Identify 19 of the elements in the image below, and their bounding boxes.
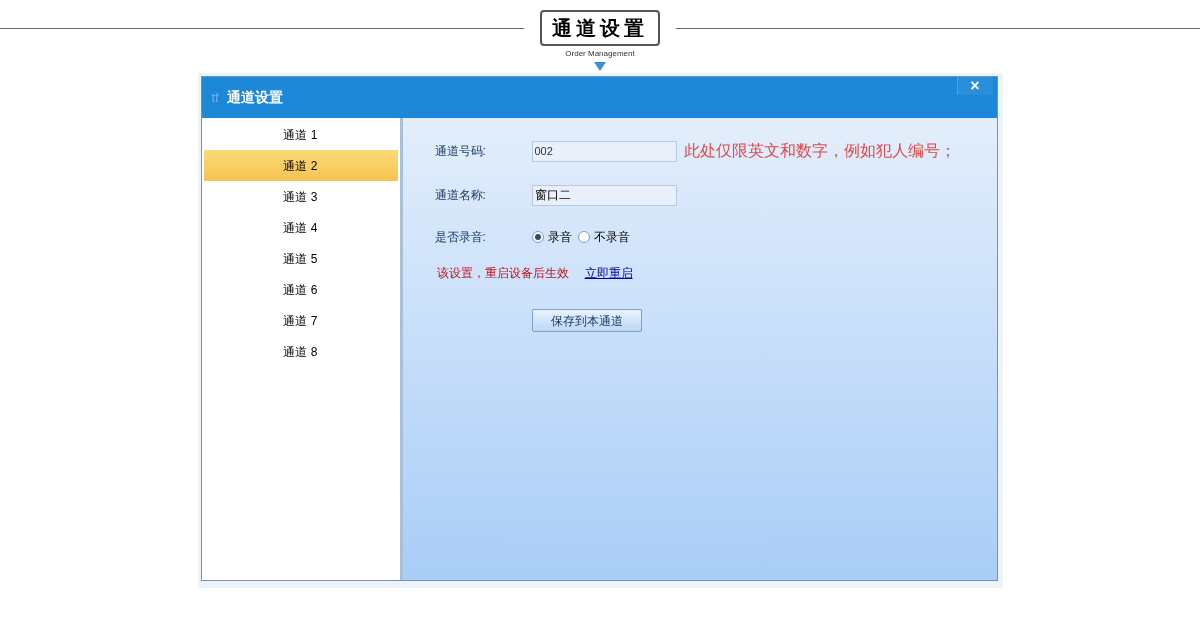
page-subtitle: Order Management (565, 48, 635, 60)
window-title: 通道设置 (226, 88, 283, 107)
field-label: 通道名称: (434, 187, 487, 204)
hint-text: 此处仅限英文和数字，例如犯人编号； (683, 141, 956, 161)
input-field[interactable]: 002 (531, 140, 677, 162)
radio-option[interactable]: 录音 (531, 228, 572, 246)
radio-button[interactable] (531, 231, 544, 243)
input-field[interactable]: 窗口二 (531, 184, 677, 206)
field-label: 通道号码: (434, 143, 487, 160)
down-triangle-icon (594, 62, 606, 71)
logo: tf (211, 88, 219, 107)
field-label: 是否录音: (434, 229, 487, 246)
save-button[interactable]: 保存到本通道 (531, 309, 642, 332)
radio-button[interactable] (577, 231, 590, 243)
radio-option[interactable]: 不录音 (577, 228, 630, 246)
restart-link[interactable]: 立即重启 (584, 264, 633, 282)
channel-item[interactable]: 通道 2 (203, 150, 398, 181)
notice-text: 该设置，重启设备后生效 (436, 265, 569, 282)
page-heading: 通道设置 (540, 10, 660, 46)
